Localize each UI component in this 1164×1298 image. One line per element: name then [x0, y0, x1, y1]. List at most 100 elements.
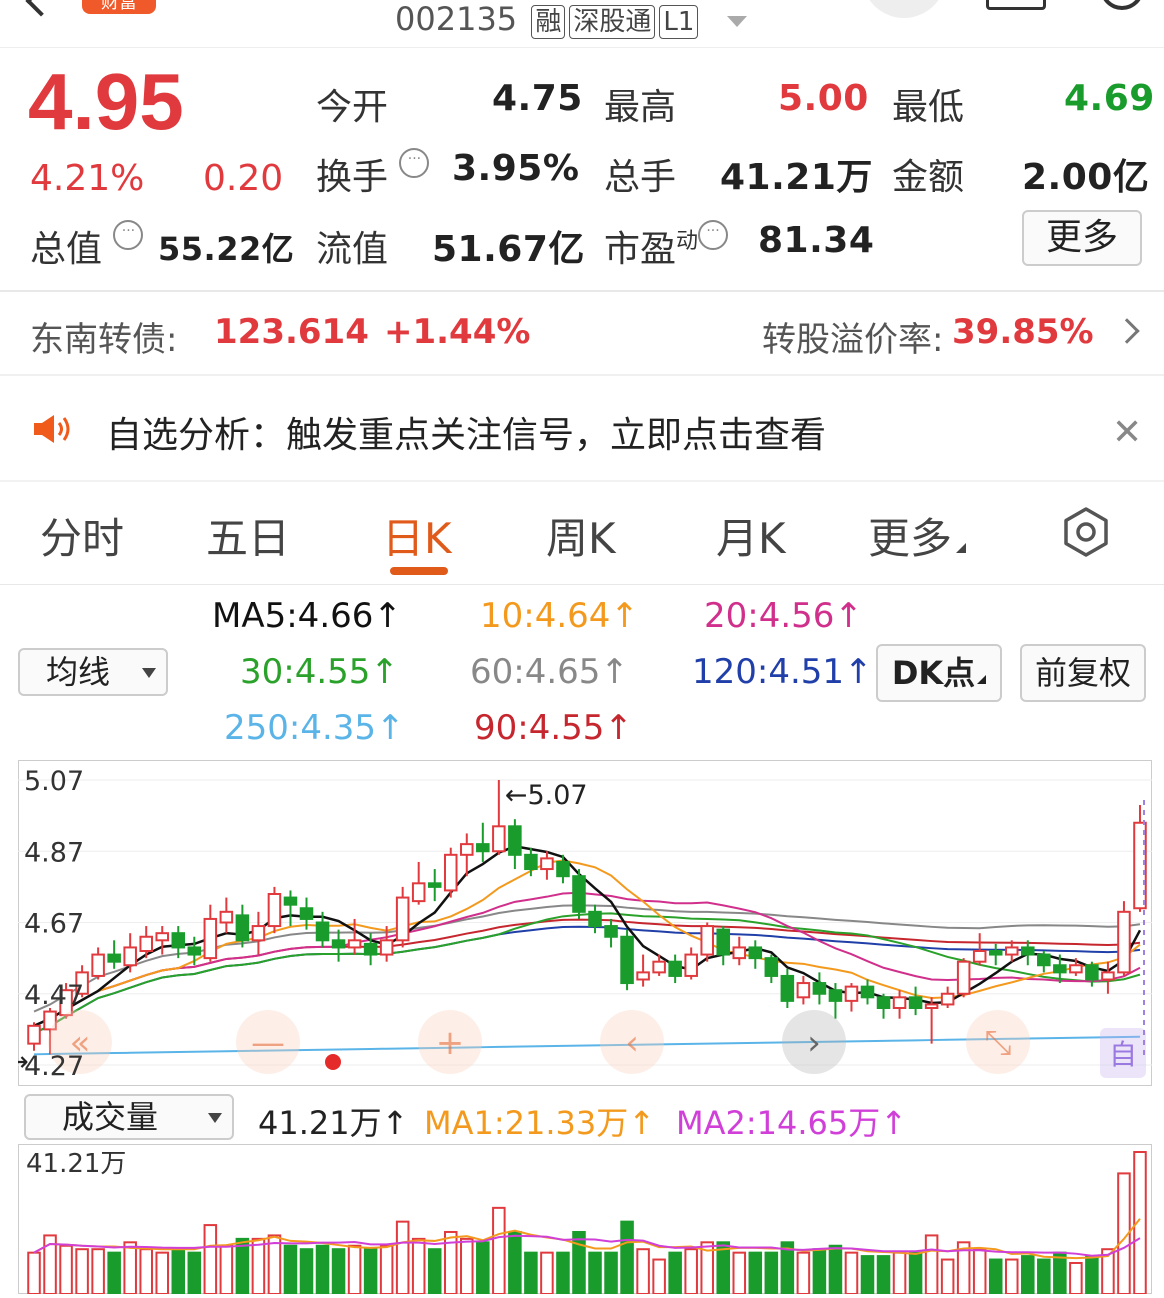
- info-icon[interactable]: ···: [698, 220, 729, 250]
- candle: [956, 960, 971, 995]
- candle: [347, 939, 362, 949]
- volume-bar: [283, 1244, 298, 1294]
- candle: [331, 939, 346, 949]
- candle: [411, 882, 426, 903]
- volume-bar: [812, 1248, 827, 1294]
- volume-bar: [492, 1206, 506, 1294]
- mktcap-value: 55.22亿: [158, 230, 295, 268]
- tab-five-day[interactable]: 五日: [206, 505, 290, 566]
- auto-button[interactable]: 自: [1100, 1028, 1146, 1078]
- volume-bar: [684, 1248, 698, 1294]
- change-amt: 0.20: [203, 158, 284, 199]
- amount-label: 金额: [892, 157, 965, 198]
- ma10-value: 10:4.64↑: [480, 596, 639, 636]
- candle: [283, 896, 298, 906]
- candle: [972, 950, 987, 963]
- volume-bar: [540, 1251, 554, 1294]
- tag-margin: 融: [531, 5, 566, 39]
- back-icon[interactable]: [25, 0, 57, 17]
- ma-selector[interactable]: 均线: [18, 648, 168, 696]
- candle: [732, 946, 747, 960]
- bond-price: 123.614: [214, 312, 369, 352]
- volume-bar: [732, 1251, 747, 1294]
- volume-bar: [123, 1241, 137, 1294]
- volume-bar: [924, 1234, 939, 1294]
- info-icon[interactable]: ···: [113, 220, 144, 250]
- candle: [892, 996, 907, 1009]
- info-icon[interactable]: ···: [399, 148, 430, 178]
- ma30-value: 30:4.55↑: [240, 652, 399, 692]
- candle: [812, 982, 827, 995]
- expand-icon[interactable]: ⤡: [966, 1010, 1030, 1074]
- max-price-annotation: ←5.07: [505, 780, 588, 811]
- candle: [1069, 964, 1083, 974]
- volume-bar: [988, 1258, 1003, 1294]
- box-icon[interactable]: [986, 0, 1046, 10]
- volume-bar: [171, 1248, 186, 1294]
- search-icon[interactable]: [1100, 0, 1144, 10]
- settings-icon[interactable]: [1060, 506, 1112, 562]
- candlestick-chart[interactable]: ←5.074.33→«—+‹›⤡自 5.074.874.674.474.27: [18, 760, 1152, 1086]
- close-icon[interactable]: ✕: [1112, 412, 1142, 453]
- candle: [556, 860, 570, 878]
- volume-bar: [604, 1251, 618, 1294]
- tag-level: L1: [659, 5, 699, 39]
- zoom-in-icon[interactable]: +: [418, 1010, 482, 1074]
- tab-more[interactable]: 更多: [868, 505, 967, 566]
- y-tick-label: 4.87: [24, 837, 84, 868]
- volume-chart[interactable]: 41.21万: [18, 1144, 1152, 1294]
- tab-daily-k[interactable]: 日K: [382, 505, 452, 566]
- volume-bar: [219, 1244, 234, 1294]
- volume-bar: [331, 1248, 346, 1294]
- volume-bar: [972, 1248, 987, 1294]
- stock-header[interactable]: 002135 融深股通 L1: [395, 0, 747, 40]
- svg-text:自: 自: [1109, 1038, 1137, 1071]
- tab-intraday[interactable]: 分时: [40, 505, 124, 566]
- volume-bar: [75, 1248, 89, 1294]
- candle: [1021, 946, 1035, 956]
- volume-bar: [443, 1230, 458, 1294]
- volume-bar: [155, 1251, 170, 1294]
- candle: [1004, 946, 1019, 956]
- dk-button[interactable]: DK点: [876, 644, 1002, 702]
- tab-weekly-k[interactable]: 周K: [546, 505, 616, 566]
- candle: [363, 942, 378, 956]
- volume-bar: [427, 1248, 442, 1294]
- candle: [716, 928, 731, 956]
- candle: [780, 974, 795, 1002]
- volume-selector[interactable]: 成交量: [24, 1094, 234, 1140]
- tab-monthly-k[interactable]: 月K: [716, 505, 786, 566]
- volume-bar: [1021, 1255, 1035, 1294]
- volume-bar: [251, 1237, 266, 1294]
- notice-bar[interactable]: 自选分析：触发重点关注信号，立即点击查看 ✕: [0, 376, 1164, 480]
- candle: [524, 853, 538, 871]
- float-value: 51.67亿: [432, 229, 585, 270]
- volume-bar: [107, 1251, 121, 1294]
- y-tick-label: 4.67: [24, 909, 84, 940]
- candle: [315, 921, 330, 942]
- notice-text: 自选分析：触发重点关注信号，立即点击查看: [106, 415, 827, 456]
- candle: [123, 946, 137, 967]
- more-button[interactable]: 更多: [1022, 210, 1142, 266]
- avatar[interactable]: [862, 0, 946, 18]
- adjust-button[interactable]: 前复权: [1020, 644, 1146, 702]
- zoom-out-icon[interactable]: —: [236, 1010, 300, 1074]
- ma250-value: 250:4.35↑: [224, 708, 405, 748]
- candle: [251, 925, 266, 942]
- y-tick-label: 5.07: [24, 766, 84, 797]
- candle: [988, 950, 1003, 956]
- bond-row[interactable]: 东南转债: 123.614 +1.44% 转股溢价率: 39.85%: [0, 292, 1164, 374]
- stock-code: 002135: [395, 0, 518, 38]
- next-icon[interactable]: ›: [782, 1010, 846, 1074]
- candle: [379, 939, 394, 956]
- candle: [1037, 953, 1051, 967]
- prev-icon[interactable]: ‹: [600, 1010, 664, 1074]
- open-label: 今开: [316, 87, 389, 128]
- candle: [844, 985, 859, 1002]
- candle: [652, 960, 666, 974]
- pe-value: 81.34: [758, 220, 875, 261]
- candle: [604, 925, 618, 938]
- top-bar: 财富 002135 融深股通 L1: [0, 0, 1164, 48]
- candle: [492, 825, 506, 853]
- candle: [139, 935, 153, 952]
